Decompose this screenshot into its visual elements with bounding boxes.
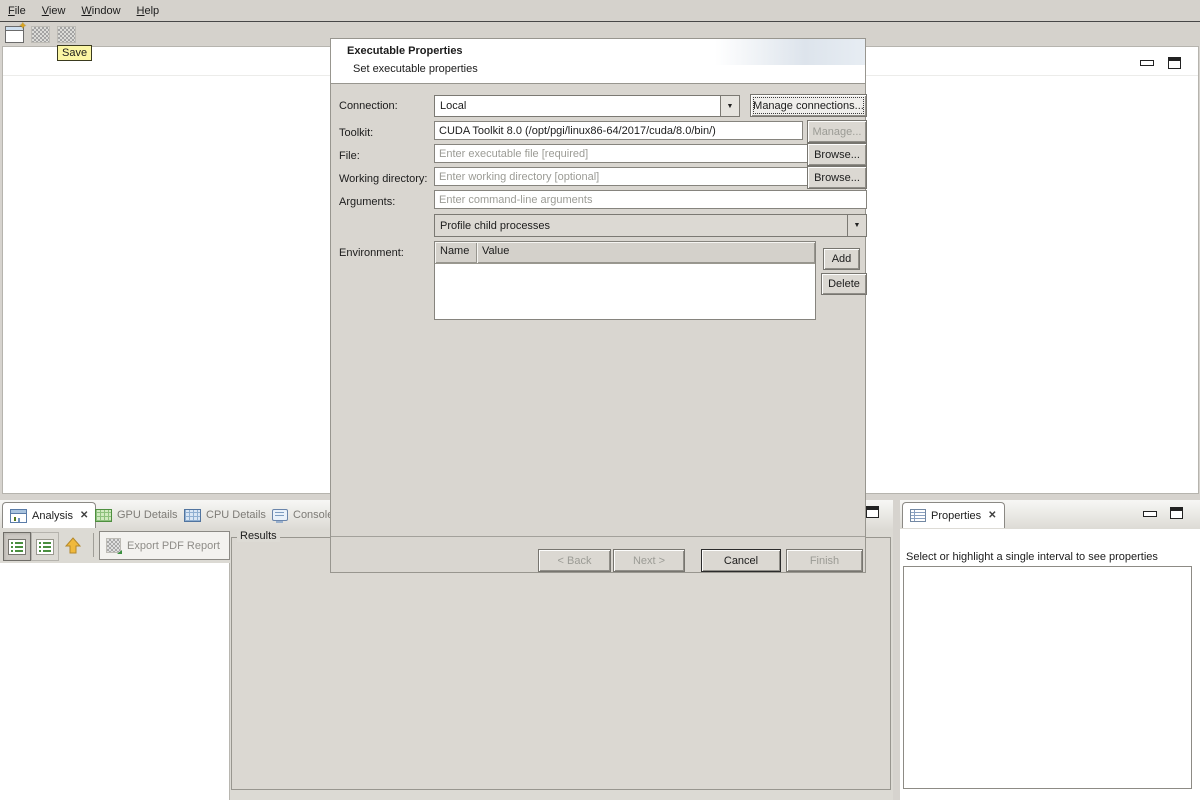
properties-panel-tabbar: Properties ✕ — [900, 500, 1200, 529]
results-legend: Results — [237, 530, 280, 542]
gpu-details-icon — [95, 509, 112, 522]
env-column-value[interactable]: Value — [477, 242, 815, 263]
chevron-down-icon[interactable]: ▼ — [720, 96, 739, 116]
tab-console-label: Console — [293, 509, 333, 521]
dialog-title: Executable Properties — [347, 45, 463, 57]
back-button[interactable]: < Back — [538, 549, 611, 572]
export-pdf-label: Export PDF Report — [127, 540, 220, 552]
save-icon-disabled[interactable] — [31, 26, 50, 43]
dialog-header: Executable Properties Set executable pro… — [331, 39, 865, 84]
properties-content: Select or highlight a single interval to… — [900, 529, 1200, 800]
delete-env-button[interactable]: Delete — [821, 273, 867, 295]
new-session-icon[interactable] — [5, 26, 24, 43]
menu-window[interactable]: Window — [73, 2, 128, 20]
tab-cpu-details[interactable]: CPU Details — [184, 504, 266, 526]
menu-view[interactable]: View — [34, 2, 74, 20]
add-env-button[interactable]: Add — [823, 248, 860, 270]
dialog-button-separator — [331, 536, 865, 537]
tab-gpu-details-label: GPU Details — [117, 509, 178, 521]
properties-empty-box — [903, 566, 1192, 789]
save-tooltip: Save — [57, 45, 92, 61]
chevron-down-icon[interactable]: ▼ — [847, 215, 866, 236]
connection-combo[interactable]: Local ▼ — [434, 95, 740, 117]
env-column-name[interactable]: Name — [435, 242, 477, 263]
toolkit-label: Toolkit: — [339, 127, 373, 139]
analysis-list-area[interactable] — [0, 563, 230, 800]
toolkit-field[interactable] — [434, 121, 803, 140]
unguided-analysis-button[interactable] — [31, 532, 59, 561]
minimize-icon[interactable] — [1140, 60, 1154, 66]
executable-file-field[interactable] — [434, 144, 808, 163]
results-group: Results — [231, 537, 891, 790]
next-button[interactable]: Next > — [613, 549, 685, 572]
working-directory-label: Working directory: — [339, 173, 427, 185]
tab-console[interactable]: Console — [272, 504, 333, 526]
cancel-button[interactable]: Cancel — [701, 549, 781, 572]
arguments-field[interactable] — [434, 190, 867, 209]
finish-button[interactable]: Finish — [786, 549, 863, 572]
tab-analysis-label: Analysis — [32, 510, 73, 522]
export-pdf-icon — [106, 538, 121, 553]
tab-gpu-details[interactable]: GPU Details — [95, 504, 178, 526]
tab-cpu-details-label: CPU Details — [206, 509, 266, 521]
application-window: File View Window Help ,,, Save Analysis … — [0, 0, 1200, 800]
dialog-subtitle: Set executable properties — [353, 63, 478, 75]
panel-minimize-icon[interactable] — [1143, 511, 1157, 517]
properties-panel: Properties ✕ Select or highlight a singl… — [900, 500, 1200, 800]
console-icon — [272, 509, 288, 521]
properties-hint: Select or highlight a single interval to… — [906, 551, 1158, 563]
up-level-button[interactable] — [60, 532, 86, 559]
manage-connections-button[interactable]: Manage connections... — [750, 94, 867, 117]
maximize-icon[interactable] — [1168, 57, 1181, 69]
connection-value: Local — [435, 100, 720, 112]
browse-workdir-button[interactable]: Browse... — [807, 166, 867, 189]
up-arrow-icon — [64, 537, 82, 554]
export-pdf-report-button[interactable]: Export PDF Report — [99, 531, 230, 560]
executable-properties-dialog: Executable Properties Set executable pro… — [330, 38, 866, 573]
tab-properties-label: Properties — [931, 510, 981, 522]
environment-table-header: Name Value — [435, 242, 815, 264]
list-check-icon — [8, 539, 26, 555]
menu-help[interactable]: Help — [129, 2, 168, 20]
profile-child-processes-combo[interactable]: Profile child processes ▼ — [434, 214, 867, 237]
toolbar-separator — [93, 533, 94, 557]
analysis-icon — [10, 509, 27, 523]
browse-file-button[interactable]: Browse... — [807, 143, 867, 166]
guided-analysis-button[interactable] — [3, 532, 31, 561]
properties-icon — [910, 509, 926, 522]
environment-label: Environment: — [339, 247, 404, 259]
panel-maximize-icon[interactable] — [1170, 507, 1183, 519]
file-label: File: — [339, 150, 360, 162]
menu-bar: File View Window Help — [0, 0, 1200, 22]
close-icon[interactable]: ✕ — [80, 510, 88, 521]
header-gradient — [715, 39, 865, 65]
list-icon — [36, 539, 54, 555]
arguments-label: Arguments: — [339, 196, 395, 208]
panel-maximize-icon[interactable] — [866, 506, 879, 518]
profile-child-processes-value: Profile child processes — [435, 220, 847, 232]
manage-toolkit-button[interactable]: Manage... — [807, 120, 867, 143]
tab-properties[interactable]: Properties ✕ — [902, 502, 1005, 528]
connection-label: Connection: — [339, 100, 398, 112]
cpu-details-icon — [184, 509, 201, 522]
tab-analysis[interactable]: Analysis ✕ — [2, 502, 96, 528]
close-icon[interactable]: ✕ — [988, 510, 996, 521]
environment-table[interactable]: Name Value — [434, 241, 816, 320]
menu-file[interactable]: File — [0, 2, 34, 20]
working-directory-field[interactable] — [434, 167, 808, 186]
